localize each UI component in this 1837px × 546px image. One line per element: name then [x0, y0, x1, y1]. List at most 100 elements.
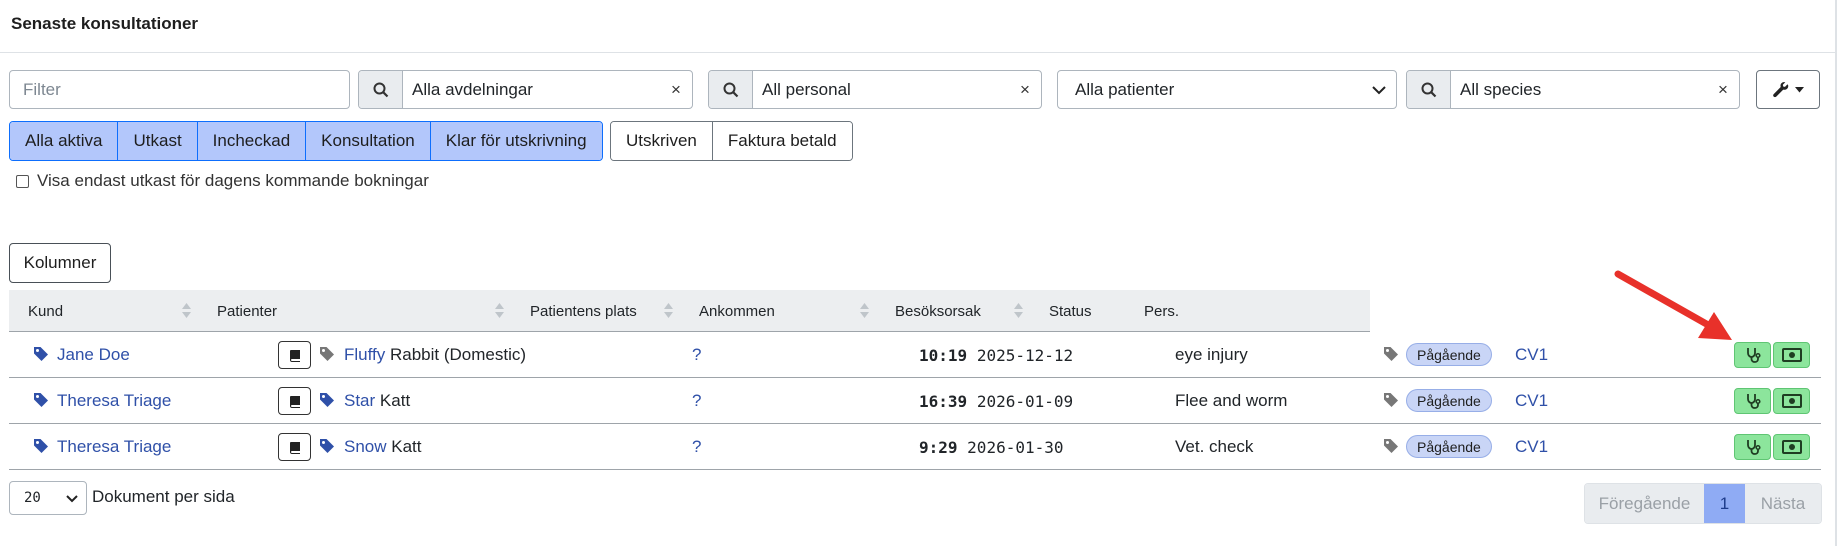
column-header-customer[interactable]: Kund [28, 290, 63, 332]
arrived-time: 9:29 [919, 437, 958, 457]
patient-link[interactable]: Fluffy [344, 345, 385, 365]
tag-icon[interactable] [1383, 438, 1399, 454]
staff-link[interactable]: CV1 [1515, 378, 1548, 424]
sort-icon[interactable] [182, 303, 191, 318]
previous-page-button[interactable]: Föregående [1585, 484, 1704, 523]
customer-link[interactable]: Theresa Triage [57, 378, 171, 424]
customer-link[interactable]: Theresa Triage [57, 424, 171, 470]
arrived-cell: 16:39 2026-01-09 [919, 378, 1073, 424]
patient-link[interactable]: Star [344, 391, 375, 411]
table-row: Jane Doe Fluffy Rabbit (Domestic) ? 10:1… [9, 332, 1821, 378]
tag-icon[interactable] [1383, 392, 1399, 408]
payment-button[interactable] [1773, 388, 1810, 414]
status-badge: Pågående [1406, 435, 1492, 458]
column-header-patients[interactable]: Patienter [217, 290, 277, 332]
column-header-status[interactable]: Status [1049, 290, 1092, 332]
patient-journal-button[interactable] [278, 341, 311, 369]
table-row: Theresa Triage Star Katt ? 16:39 2026-01… [9, 378, 1821, 424]
sort-icon[interactable] [664, 303, 673, 318]
sort-icon[interactable] [1014, 303, 1023, 318]
stethoscope-icon [1746, 440, 1761, 455]
status-button-all-active[interactable]: Alla aktiva [10, 122, 119, 160]
title-divider [0, 52, 1835, 53]
patients-select-value: Alla patienter [1075, 79, 1175, 99]
tag-icon[interactable] [1383, 346, 1399, 362]
table-row: Theresa Triage Snow Katt ? 9:29 2026-01-… [9, 424, 1821, 470]
columns-button[interactable]: Kolumner [9, 243, 111, 283]
tag-icon [34, 393, 48, 407]
arrived-date: 2026-01-30 [967, 437, 1064, 457]
page-button-current[interactable]: 1 [1704, 484, 1745, 523]
draft-only-checkbox[interactable] [16, 174, 29, 188]
next-page-button[interactable]: Nästa [1745, 484, 1821, 523]
search-icon [1407, 71, 1451, 108]
patient-cell: Snow Katt [344, 424, 422, 470]
consultation-button[interactable] [1734, 388, 1771, 414]
clear-species-icon[interactable]: × [1707, 71, 1739, 108]
column-header-visit-reason[interactable]: Besöksorsak [895, 290, 981, 332]
status-button-checked-in[interactable]: Incheckad [197, 122, 307, 160]
page-title: Senaste konsultationer [11, 14, 199, 33]
staff-link[interactable]: CV1 [1515, 332, 1548, 378]
status-badge: Pågående [1406, 343, 1492, 366]
search-icon [709, 71, 753, 108]
department-value: Alla avdelningar [412, 79, 533, 99]
patient-location-link[interactable]: ? [692, 332, 701, 378]
draft-filter-row: Visa endast utkast för dagens kommande b… [16, 171, 429, 191]
department-search[interactable]: Alla avdelningar × [358, 70, 693, 109]
caret-down-icon [1795, 86, 1804, 92]
status-button-ready-for-discharge[interactable]: Klar för utskrivning [430, 122, 602, 160]
patient-journal-button[interactable] [278, 433, 311, 461]
money-icon [1781, 394, 1802, 408]
patient-species: Katt [379, 391, 411, 410]
consultations-page: Senaste konsultationer Alla avdelningar … [0, 0, 1837, 546]
species-search[interactable]: All species × [1406, 70, 1740, 109]
arrived-time: 16:39 [919, 391, 968, 411]
patients-select[interactable]: Alla patienter [1057, 70, 1397, 109]
annotation-arrow [1614, 270, 1732, 340]
settings-dropdown-button[interactable] [1756, 70, 1820, 109]
payment-button[interactable] [1773, 434, 1810, 460]
personnel-search[interactable]: All personal × [708, 70, 1042, 109]
patient-location-link[interactable]: ? [692, 424, 701, 470]
customer-link[interactable]: Jane Doe [57, 332, 130, 378]
closed-status-button-group: Utskriven Faktura betald [610, 121, 853, 161]
payment-button[interactable] [1773, 342, 1810, 368]
sort-icon[interactable] [860, 303, 869, 318]
patient-journal-button[interactable] [278, 387, 311, 415]
status-button-invoice-paid[interactable]: Faktura betald [712, 122, 852, 160]
money-icon [1781, 348, 1802, 362]
patient-cell: Star Katt [344, 378, 410, 424]
arrived-date: 2026-01-09 [976, 391, 1074, 411]
status-button-consultation[interactable]: Konsultation [306, 122, 431, 160]
column-header-staff[interactable]: Pers. [1144, 290, 1179, 332]
chevron-down-icon [66, 495, 78, 503]
patient-species: Katt [391, 437, 422, 456]
table-header: Kund Patienter Patientens plats Ankommen… [9, 290, 1370, 332]
status-button-draft[interactable]: Utkast [118, 122, 198, 160]
arrived-time: 10:19 [919, 345, 968, 365]
arrived-cell: 9:29 2026-01-30 [919, 424, 1064, 470]
per-page-label: Dokument per sida [92, 487, 235, 506]
stethoscope-icon [1746, 394, 1761, 409]
column-header-patient-location[interactable]: Patientens plats [530, 290, 637, 332]
clear-personnel-icon[interactable]: × [1009, 71, 1041, 108]
filter-input[interactable] [9, 70, 350, 109]
search-icon [359, 71, 403, 108]
patient-link[interactable]: Snow [344, 437, 387, 457]
clear-department-icon[interactable]: × [660, 71, 692, 108]
patient-location-link[interactable]: ? [692, 378, 701, 424]
book-icon [289, 349, 300, 362]
patient-species: Rabbit (Domestic) [390, 345, 527, 364]
per-page-value: 20 [24, 490, 41, 506]
active-status-button-group: Alla aktiva Utkast Incheckad Konsultatio… [9, 121, 603, 161]
tag-icon [34, 347, 48, 361]
consultation-button[interactable] [1734, 434, 1771, 460]
tag-icon [34, 439, 48, 453]
column-header-arrived[interactable]: Ankommen [699, 290, 775, 332]
wrench-icon [1773, 82, 1789, 98]
sort-icon[interactable] [495, 303, 504, 318]
status-button-discharged[interactable]: Utskriven [611, 122, 713, 160]
staff-link[interactable]: CV1 [1515, 424, 1548, 470]
per-page-select[interactable]: 20 [9, 481, 87, 515]
